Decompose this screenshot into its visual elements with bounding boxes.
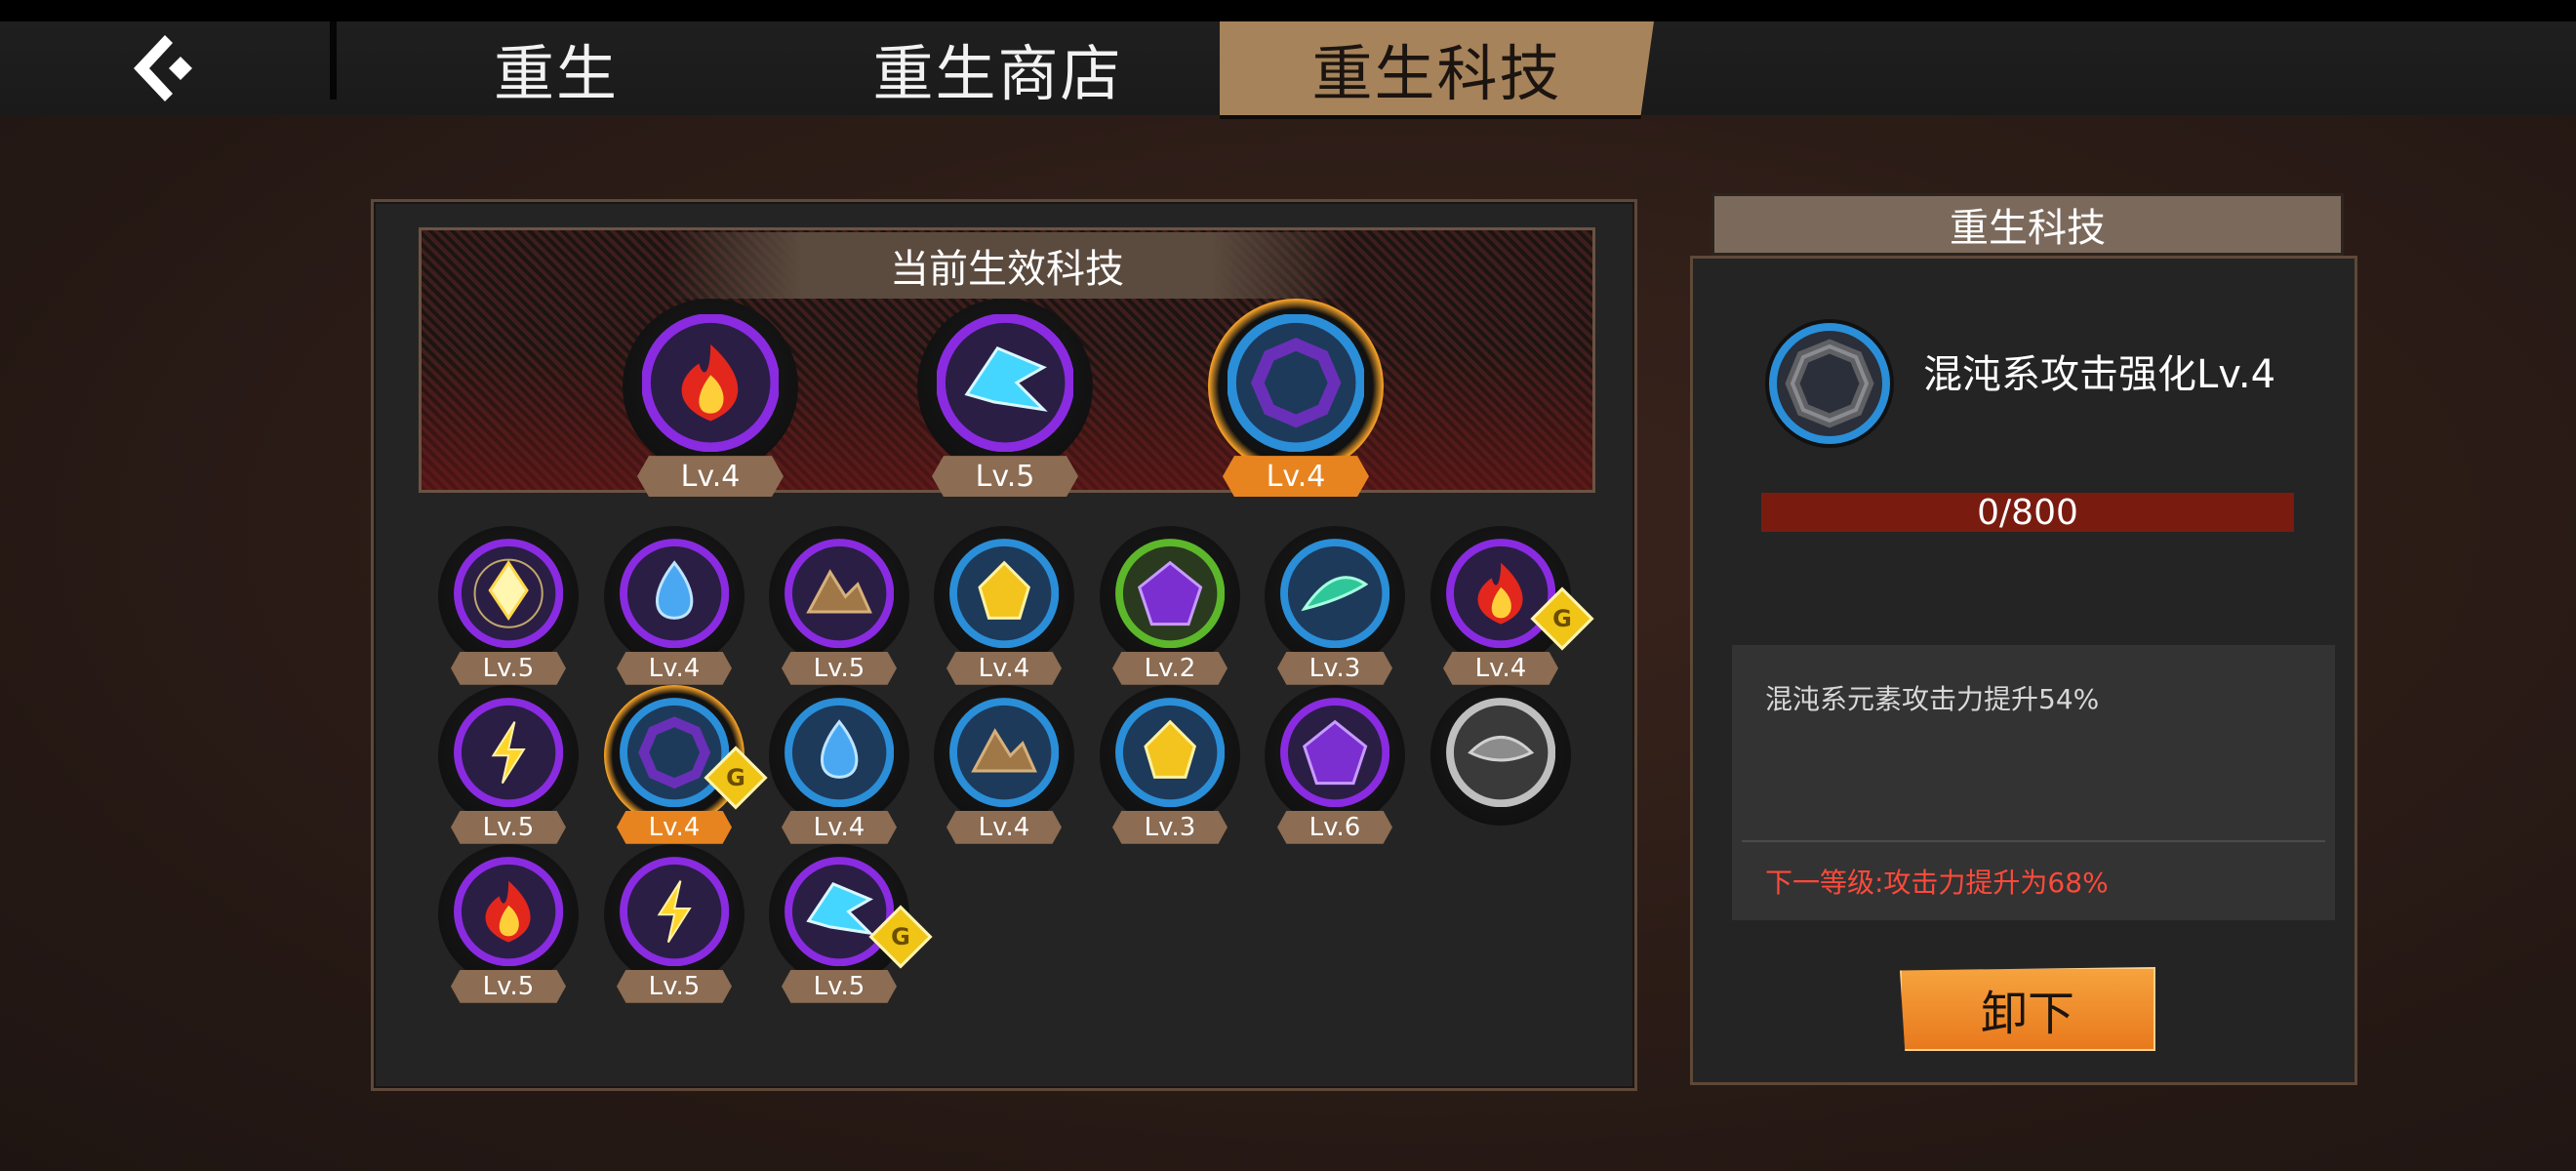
tech-slot[interactable]: Lv.6 [1265, 685, 1405, 845]
tech-slot[interactable]: Lv.4 [934, 526, 1074, 686]
tech-slot[interactable]: Lv.2 [1100, 526, 1240, 686]
effect-description: 混沌系元素攻击力提升54% [1765, 683, 2100, 715]
top-strip [0, 0, 2576, 21]
divider [330, 21, 337, 100]
active-tech-box: 当前生效科技 Lv.4 Lv.5 Lv.4 [419, 227, 1595, 498]
ice-dragon-icon [936, 314, 1074, 452]
lightning-icon [453, 698, 564, 808]
active-tech-slot[interactable]: Lv.4 [623, 299, 798, 499]
wind-leaf-icon [1279, 539, 1390, 649]
tech-slot[interactable]: Lv.4 [604, 526, 745, 686]
tech-level-label: Lv.5 [451, 969, 566, 1003]
gold-crystal-icon [948, 539, 1060, 649]
tech-slot[interactable]: Lv.5 [604, 844, 745, 1004]
tech-level-label: Lv.4 [1223, 456, 1369, 498]
tech-slot[interactable]: Lv.4 [769, 685, 909, 845]
chaos-gem-icon [1279, 698, 1390, 808]
chaos-gem-icon [1114, 539, 1226, 649]
fire-icon [641, 314, 780, 452]
detail-panel-title: 重生科技 [1711, 193, 2344, 256]
tech-list-panel: 当前生效科技 Lv.4 Lv.5 Lv.4 Lv.5 Lv.4 Lv.5 Lv.4 Lv.2… [371, 199, 1637, 1091]
divider [1742, 840, 2325, 842]
fire-icon [1445, 539, 1556, 649]
tech-level-label: Lv.5 [451, 651, 566, 685]
next-level-description: 下一等级:攻击力提升为68% [1765, 867, 2109, 899]
earth-rocks-icon [784, 539, 895, 649]
tech-slot[interactable]: Lv.4 [934, 685, 1074, 845]
tech-slot[interactable]: Lv.5 [438, 685, 579, 845]
badge-letter: G [891, 923, 911, 950]
lightning-icon [619, 857, 730, 967]
light-crystal-icon [453, 539, 564, 649]
ice-dragon-icon [784, 857, 895, 967]
gold-crystal-icon [1114, 698, 1226, 808]
earth-rocks-icon [948, 698, 1060, 808]
detail-tech-icon [1763, 317, 1896, 454]
description-box: 混沌系元素攻击力提升54% 下一等级:攻击力提升为68% [1732, 645, 2335, 920]
badge-letter: G [1552, 605, 1573, 632]
tech-level-label: Lv.3 [1112, 810, 1228, 844]
tech-name: 混沌系攻击强化Lv.4 [1923, 352, 2276, 397]
tab-rebirth[interactable]: 重生 [337, 21, 776, 115]
tech-slot[interactable]: Lv.5 [438, 844, 579, 1004]
tech-slot[interactable]: Lv.5 [769, 526, 909, 686]
unequip-button[interactable]: 卸下 [1900, 967, 2155, 1051]
back-arrow-icon [134, 35, 192, 101]
tech-level-label: Lv.4 [782, 810, 897, 844]
tech-level-label: Lv.4 [617, 651, 732, 685]
tech-slot[interactable]: Lv.5 G [769, 844, 933, 1004]
tech-detail-panel: 混沌系攻击强化Lv.4 0/800 混沌系元素攻击力提升54% 下一等级:攻击力… [1690, 256, 2357, 1085]
tech-slot[interactable]: Lv.4 G [604, 685, 768, 845]
tech-slot[interactable] [1430, 685, 1571, 845]
active-tech-title: 当前生效科技 [890, 247, 1124, 292]
tech-level-label: Lv.5 [782, 969, 897, 1003]
tech-level-label: Lv.5 [932, 456, 1078, 498]
water-drop-icon [784, 698, 895, 808]
tech-slot[interactable]: Lv.3 [1265, 526, 1405, 686]
tech-slot[interactable]: Lv.5 [438, 526, 579, 686]
tech-level-label: Lv.4 [946, 651, 1062, 685]
back-button[interactable] [0, 21, 330, 115]
tech-level-label: Lv.5 [451, 810, 566, 844]
tech-level-label: Lv.2 [1112, 651, 1228, 685]
tech-level-label: Lv.4 [617, 810, 732, 844]
exp-progress-bar: 0/800 [1761, 492, 2294, 533]
tech-level-label: Lv.3 [1277, 651, 1392, 685]
active-tech-slot[interactable]: Lv.5 [917, 299, 1093, 499]
water-drop-icon [619, 539, 730, 649]
tech-level-label: Lv.4 [637, 456, 784, 498]
chaos-ring-icon [619, 698, 730, 808]
tab-rebirth-shop[interactable]: 重生商店 [776, 21, 1220, 115]
badge-letter: G [726, 764, 746, 791]
locked-wind-icon [1445, 698, 1556, 808]
tech-level-label: Lv.4 [946, 810, 1062, 844]
tech-level-label: Lv.6 [1277, 810, 1392, 844]
tech-level-label: Lv.5 [782, 651, 897, 685]
tab-rebirth-tech[interactable]: 重生科技 [1220, 21, 1654, 115]
chaos-ring-icon [1227, 314, 1365, 452]
tech-level-label: Lv.5 [617, 969, 732, 1003]
progress-text: 0/800 [1977, 492, 2078, 533]
fire-icon [453, 857, 564, 967]
active-tech-slot[interactable]: Lv.4 [1208, 299, 1384, 499]
tech-slot[interactable]: Lv.4 G [1430, 526, 1594, 686]
tech-level-label: Lv.4 [1443, 651, 1558, 685]
chaos-ring-icon [1765, 319, 1894, 448]
tech-slot[interactable]: Lv.3 [1100, 685, 1240, 845]
